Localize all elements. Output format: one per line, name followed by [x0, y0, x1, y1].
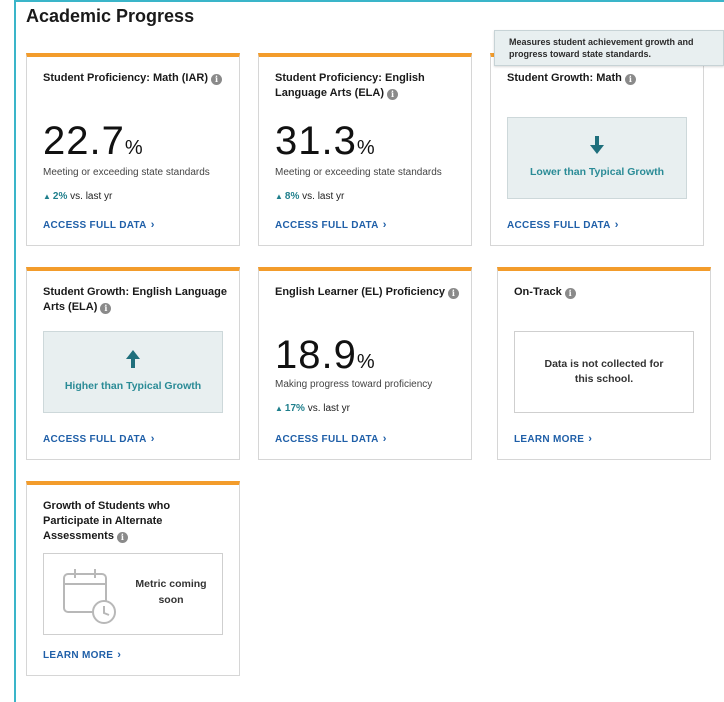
chevron-right-icon: › — [614, 219, 619, 231]
triangle-up-icon: ▲ — [275, 404, 283, 413]
proficiency-value: 22.7% — [43, 119, 143, 163]
proficiency-description: Meeting or exceeding state standards — [43, 167, 210, 178]
card-title: Growth of Students who Participate in Al… — [43, 500, 171, 543]
proficiency-description: Meeting or exceeding state standards — [275, 167, 442, 178]
growth-indicator: Higher than Typical Growth — [43, 331, 223, 413]
info-icon[interactable]: i — [387, 89, 398, 100]
chevron-right-icon: › — [382, 219, 387, 231]
triangle-up-icon: ▲ — [43, 192, 51, 201]
growth-indicator: Lower than Typical Growth — [507, 117, 687, 199]
card-title: Student Growth: Math i — [507, 71, 691, 86]
card-ela-growth: Student Growth: English Language Arts (E… — [26, 267, 240, 460]
card-alternate-assessments: Growth of Students who Participate in Al… — [26, 481, 240, 676]
chevron-right-icon: › — [150, 433, 155, 445]
proficiency-description: Making progress toward proficiency — [275, 379, 433, 390]
learn-more-link[interactable]: LEARN MORE › — [43, 649, 121, 661]
learn-more-link[interactable]: LEARN MORE › — [514, 433, 592, 445]
proficiency-value: 18.9% — [275, 333, 375, 377]
chevron-right-icon: › — [588, 433, 593, 445]
growth-label: Higher than Typical Growth — [64, 380, 202, 392]
chevron-right-icon: › — [382, 433, 387, 445]
change-vs-last-year: ▲ 8% vs. last yr — [275, 191, 345, 202]
calendar-clock-icon — [63, 569, 116, 624]
chevron-right-icon: › — [150, 219, 155, 231]
card-title: Student Proficiency: Math (IAR) i — [43, 71, 227, 86]
card-title: English Learner (EL) Proficiency i — [275, 285, 459, 300]
metric-coming-soon-text: Metric coming soon — [135, 578, 207, 606]
metric-coming-soon-box: Metric coming soon — [43, 553, 223, 635]
access-full-data-link[interactable]: ACCESS FULL DATA › — [275, 433, 387, 445]
info-icon[interactable]: i — [100, 303, 112, 314]
access-full-data-link[interactable]: ACCESS FULL DATA › — [43, 219, 155, 231]
card-on-track: On-Track i Data is not collected for this… — [497, 267, 711, 460]
card-ela-proficiency: Student Proficiency: English Language Ar… — [258, 53, 472, 246]
card-el-proficiency: English Learner (EL) Proficiency i 18.9% … — [258, 267, 472, 460]
card-title: On-Track i — [514, 285, 698, 300]
info-tooltip: Measures student achievement growth and … — [494, 30, 724, 66]
info-icon[interactable]: i — [116, 532, 128, 543]
info-icon[interactable]: i — [447, 288, 459, 299]
access-full-data-link[interactable]: ACCESS FULL DATA › — [507, 219, 619, 231]
change-vs-last-year: ▲ 2% vs. last yr — [43, 191, 113, 202]
card-title: Student Growth: English Language Arts (E… — [43, 286, 227, 314]
chevron-right-icon: › — [117, 649, 122, 661]
arrow-up-icon — [44, 350, 222, 372]
arrow-down-icon — [508, 136, 686, 158]
section-title: Academic Progress — [26, 6, 195, 26]
no-data-message: Data is not collected for this school. — [514, 331, 694, 413]
access-full-data-link[interactable]: ACCESS FULL DATA › — [43, 433, 155, 445]
proficiency-value: 31.3% — [275, 119, 375, 163]
growth-label: Lower than Typical Growth — [530, 166, 664, 178]
card-math-growth: Student Growth: Math i Lower than Typical… — [490, 53, 704, 246]
info-icon[interactable]: i — [564, 288, 576, 299]
triangle-up-icon: ▲ — [275, 192, 283, 201]
card-title: Student Proficiency: English Language Ar… — [275, 72, 425, 100]
access-full-data-link[interactable]: ACCESS FULL DATA › — [275, 219, 387, 231]
card-math-proficiency: Student Proficiency: Math (IAR) i 22.7% M… — [26, 53, 240, 246]
info-icon[interactable]: i — [624, 74, 636, 85]
info-icon[interactable]: i — [211, 74, 223, 85]
change-vs-last-year: ▲ 17% vs. last yr — [275, 403, 350, 414]
